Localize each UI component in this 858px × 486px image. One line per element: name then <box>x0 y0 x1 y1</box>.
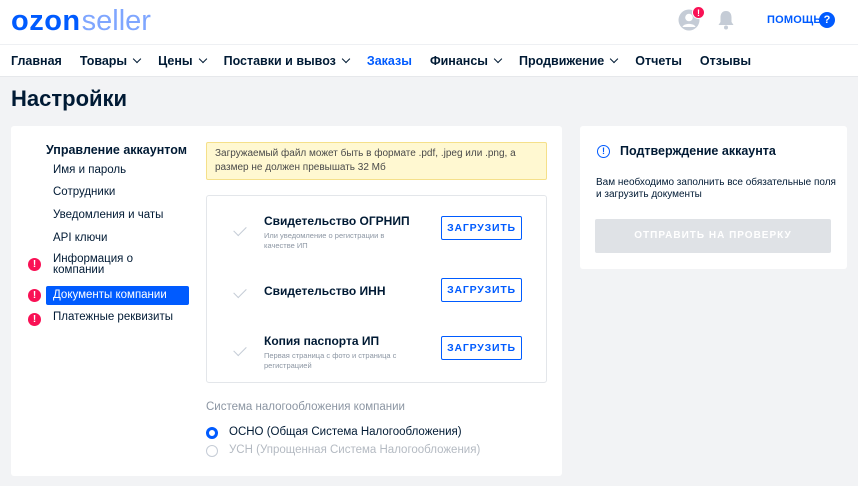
nav-item-label: Товары <box>79 53 128 68</box>
document-title: Свидетельство ИНН <box>264 284 386 298</box>
nav-item-0[interactable]: Главная <box>11 54 62 68</box>
nav-item-label: Цены <box>158 53 193 68</box>
account-confirmation-card: ! Подтверждение аккаунта Вам необходимо … <box>580 126 847 269</box>
chevron-down-icon <box>198 54 207 64</box>
nav-item-5[interactable]: Финансы <box>429 53 503 68</box>
menu-item-2[interactable]: Уведомления и чаты <box>53 209 163 221</box>
chevron-down-icon <box>132 54 142 64</box>
menu-item-5[interactable]: Документы компании <box>46 286 189 305</box>
menu-item-6[interactable]: Платежные реквизиты <box>53 311 173 323</box>
confirmation-text: Вам необходимо заполнить все обязательны… <box>596 177 836 200</box>
nav-item-label: Заказы <box>366 53 412 68</box>
confirmation-title: Подтверждение аккаунта <box>620 144 776 158</box>
nav-item-label: Продвижение <box>518 53 605 68</box>
help-link[interactable]: ПОМОЩЬ <box>767 14 822 26</box>
warning-icon: ! <box>28 313 41 326</box>
nav-item-7[interactable]: Отчеты <box>635 54 682 68</box>
nav-item-label: Финансы <box>429 53 488 68</box>
nav-item-label: Отзывы <box>699 53 751 68</box>
menu-heading: Управление аккаунтом <box>46 143 187 157</box>
nav-item-8[interactable]: Отзывы <box>700 54 751 68</box>
page-title: Настройки <box>11 86 128 111</box>
nav-item-label: Поставки и вывоз <box>223 53 336 68</box>
top-header: ozon seller ! ПОМОЩЬ ? <box>0 0 858 44</box>
nav-item-3[interactable]: Поставки и вывоз <box>223 53 351 68</box>
check-icon <box>233 284 247 299</box>
tax-system-label: Система налогообложения компании <box>206 401 405 413</box>
check-icon <box>233 222 247 237</box>
tax-option-label[interactable]: УСН (Упрощенная Система Налогообложения) <box>229 444 480 456</box>
nav-item-1[interactable]: Товары <box>79 53 142 68</box>
nav-item-2[interactable]: Цены <box>158 53 207 68</box>
document-title: Копия паспорта ИП <box>264 334 380 348</box>
upload-button[interactable]: ЗАГРУЗИТЬ <box>441 278 522 302</box>
menu-item-3[interactable]: API ключи <box>53 232 107 244</box>
document-title: Свидетельство ОГРНИП <box>264 214 410 228</box>
menu-item-4[interactable]: Информация о компании <box>53 253 153 276</box>
warning-icon: ! <box>28 258 41 271</box>
nav-item-label: Отчеты <box>635 53 682 68</box>
account-warning-badge: ! <box>692 6 705 19</box>
chevron-down-icon <box>609 54 619 64</box>
document-subtitle: Первая страница с фото и страница с реги… <box>264 351 397 370</box>
document-subtitle: Или уведомление о регистрации в качестве… <box>264 231 385 250</box>
info-icon: ! <box>597 145 610 158</box>
nav-item-label: Главная <box>11 53 62 68</box>
menu-item-0[interactable]: Имя и пароль <box>53 164 126 176</box>
warning-icon: ! <box>28 289 41 302</box>
logo-seller-text: seller <box>81 5 151 37</box>
upload-button[interactable]: ЗАГРУЗИТЬ <box>441 336 522 360</box>
upload-button[interactable]: ЗАГРУЗИТЬ <box>441 216 522 240</box>
settings-card: Управление аккаунтом Имя и пароль Сотрудн… <box>11 126 562 476</box>
nav-item-6[interactable]: Продвижение <box>518 53 619 68</box>
logo-ozon-text: ozon <box>11 5 81 37</box>
tax-option-label[interactable]: ОСНО (Общая Система Налогообложения) <box>229 426 462 438</box>
check-icon <box>233 342 247 357</box>
bell-icon[interactable] <box>716 9 736 31</box>
ozon-seller-logo[interactable]: ozon seller <box>11 5 151 37</box>
nav-item-4[interactable]: Заказы <box>367 54 412 68</box>
menu-item-1[interactable]: Сотрудники <box>53 186 115 198</box>
tax-radio-1[interactable] <box>206 445 218 457</box>
tax-radio-0[interactable] <box>206 427 218 439</box>
file-format-banner: Загружаемый файл может быть в формате .p… <box>206 142 547 180</box>
help-icon[interactable]: ? <box>819 12 835 28</box>
submit-for-review-button[interactable]: ОТПРАВИТЬ НА ПРОВЕРКУ <box>595 219 831 253</box>
main-nav: Главная Товары Цены Поставки и вывоз Заказы Ф… <box>0 44 858 77</box>
chevron-down-icon <box>493 54 503 64</box>
chevron-down-icon <box>341 54 351 64</box>
documents-box: Свидетельство ОГРНИП Или уведомление о ре… <box>206 195 547 383</box>
